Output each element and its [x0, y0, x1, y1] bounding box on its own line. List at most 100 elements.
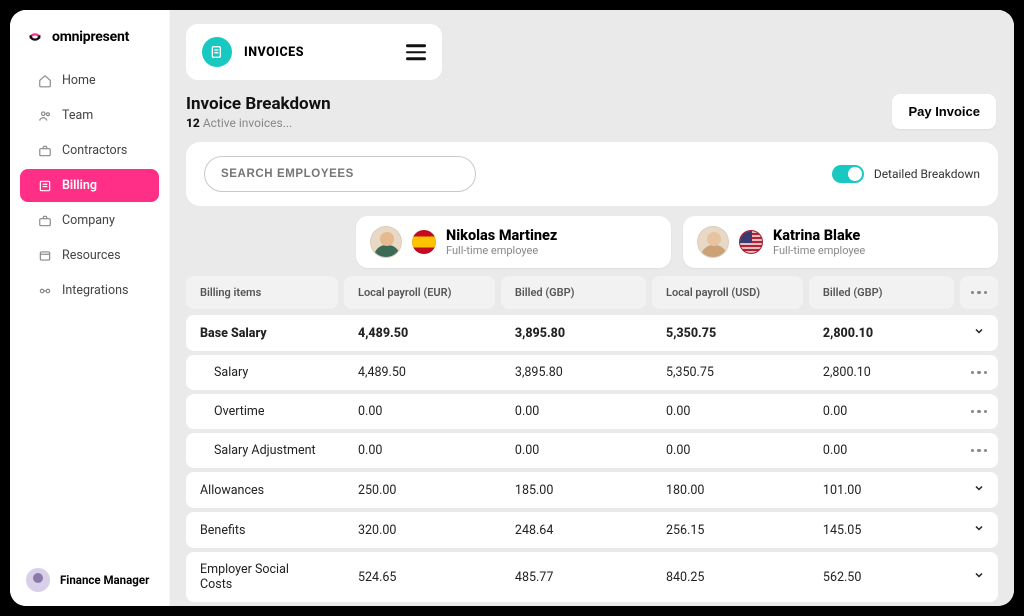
nav-label: Contractors [62, 143, 127, 158]
row-action[interactable] [960, 433, 998, 468]
cell-local-b: 5,350.75 [652, 355, 803, 390]
cell-local-a: 250.00 [344, 472, 495, 508]
controls-card: Detailed Breakdown [186, 142, 998, 206]
user-role: Finance Manager [60, 573, 149, 587]
row-action[interactable] [960, 355, 998, 390]
employee-cards: Nikolas Martinez Full-time employee Katr… [170, 216, 1014, 276]
brand-name: omnipresent [52, 29, 129, 45]
table-header: Billing items Local payroll (EUR) Billed… [186, 276, 998, 309]
avatar-icon [697, 226, 729, 258]
th-items: Billing items [186, 276, 338, 309]
menu-icon[interactable] [406, 40, 426, 64]
cell-local-b: 5,350.75 [652, 315, 803, 351]
invoices-label: INVOICES [244, 45, 304, 60]
cell-billed-b: 145.05 [809, 512, 954, 548]
employee-spacer [186, 216, 344, 268]
page-title-block: Invoice Breakdown 12 Active invoices... [186, 94, 331, 130]
sidebar-footer: Finance Manager [10, 554, 169, 606]
table-row[interactable]: Employer Social Costs524.65485.77840.255… [186, 552, 998, 602]
brand-logo-icon [26, 28, 44, 46]
cell-billed-a: 3,895.80 [501, 315, 646, 351]
table-row: Salary Adjustment0.000.000.000.00 [186, 433, 998, 468]
cell-label: Base Salary [186, 315, 338, 351]
cell-label: Overtime [186, 394, 338, 429]
nav-label: Billing [62, 178, 97, 193]
toggle-label: Detailed Breakdown [874, 167, 980, 181]
detailed-toggle-wrap: Detailed Breakdown [832, 165, 980, 183]
employee-card-katrina[interactable]: Katrina Blake Full-time employee [683, 216, 998, 268]
cell-label: Salary Adjustment [186, 433, 338, 468]
row-action[interactable] [960, 552, 998, 602]
more-icon [971, 449, 988, 453]
chevron-down-icon [973, 522, 985, 538]
search-input[interactable] [204, 156, 476, 192]
employee-name: Katrina Blake [773, 227, 865, 244]
home-icon [38, 74, 52, 88]
employee-role: Full-time employee [446, 244, 557, 257]
table: Billing items Local payroll (EUR) Billed… [170, 276, 1014, 606]
th-actions[interactable] [960, 276, 998, 309]
cell-billed-b: 0.00 [809, 394, 954, 429]
integrations-icon [38, 284, 52, 298]
row-action[interactable] [960, 394, 998, 429]
brand: omnipresent [10, 28, 169, 64]
cell-local-b: 256.15 [652, 512, 803, 548]
row-action[interactable] [960, 472, 998, 508]
cell-billed-b: 562.50 [809, 552, 954, 602]
cell-label: Benefits [186, 512, 338, 548]
cell-label: Employer Social Costs [186, 552, 338, 602]
cell-billed-a: 185.00 [501, 472, 646, 508]
th-billed-gbp-1: Billed (GBP) [501, 276, 646, 309]
table-row: Salary4,489.503,895.805,350.752,800.10 [186, 355, 998, 390]
cell-billed-b: 2,800.10 [809, 355, 954, 390]
nav-item-company[interactable]: Company [20, 204, 159, 237]
table-row[interactable]: Base Salary4,489.503,895.805,350.752,800… [186, 315, 998, 351]
cell-local-b: 840.25 [652, 552, 803, 602]
nav: Home Team Contractors Billing Company Re… [10, 64, 169, 307]
invoices-icon [202, 37, 232, 67]
table-row: Overtime0.000.000.000.00 [186, 394, 998, 429]
nav-item-integrations[interactable]: Integrations [20, 274, 159, 307]
cell-local-a: 0.00 [344, 433, 495, 468]
row-action[interactable] [960, 512, 998, 548]
th-local-usd: Local payroll (USD) [652, 276, 803, 309]
more-icon [971, 410, 988, 414]
nav-label: Team [62, 108, 93, 123]
more-icon [971, 291, 988, 295]
table-row[interactable]: Benefits320.00248.64256.15145.05 [186, 512, 998, 548]
app-frame: omnipresent Home Team Contractors Billin… [10, 10, 1014, 606]
sidebar: omnipresent Home Team Contractors Billin… [10, 10, 170, 606]
spain-flag-icon [412, 230, 436, 254]
chevron-down-icon [973, 325, 985, 341]
detailed-toggle[interactable] [832, 165, 864, 183]
nav-item-billing[interactable]: Billing [20, 169, 159, 202]
nav-label: Company [62, 213, 115, 228]
employee-info: Katrina Blake Full-time employee [773, 227, 865, 257]
cell-billed-a: 485.77 [501, 552, 646, 602]
employee-role: Full-time employee [773, 244, 865, 257]
cell-local-a: 0.00 [344, 394, 495, 429]
nav-item-team[interactable]: Team [20, 99, 159, 132]
nav-item-contractors[interactable]: Contractors [20, 134, 159, 167]
cell-billed-a: 0.00 [501, 433, 646, 468]
nav-label: Resources [62, 248, 121, 263]
chevron-down-icon [973, 569, 985, 585]
employee-card-nikolas[interactable]: Nikolas Martinez Full-time employee [356, 216, 671, 268]
page-title: Invoice Breakdown [186, 94, 331, 114]
cell-label: Salary [186, 355, 338, 390]
pay-invoice-button[interactable]: Pay Invoice [892, 94, 996, 129]
nav-item-resources[interactable]: Resources [20, 239, 159, 272]
invoices-pill[interactable]: INVOICES [186, 24, 442, 80]
cell-billed-b: 101.00 [809, 472, 954, 508]
company-icon [38, 214, 52, 228]
invoice-count: 12 [186, 116, 200, 130]
nav-item-home[interactable]: Home [20, 64, 159, 97]
row-action[interactable] [960, 315, 998, 351]
invoice-sub-text: Active invoices... [200, 116, 292, 130]
table-body: Base Salary4,489.503,895.805,350.752,800… [186, 315, 998, 606]
table-row[interactable]: Allowances250.00185.00180.00101.00 [186, 472, 998, 508]
th-local-eur: Local payroll (EUR) [344, 276, 495, 309]
cell-billed-a: 3,895.80 [501, 355, 646, 390]
cell-local-b: 0.00 [652, 394, 803, 429]
topbar: INVOICES [170, 10, 1014, 80]
